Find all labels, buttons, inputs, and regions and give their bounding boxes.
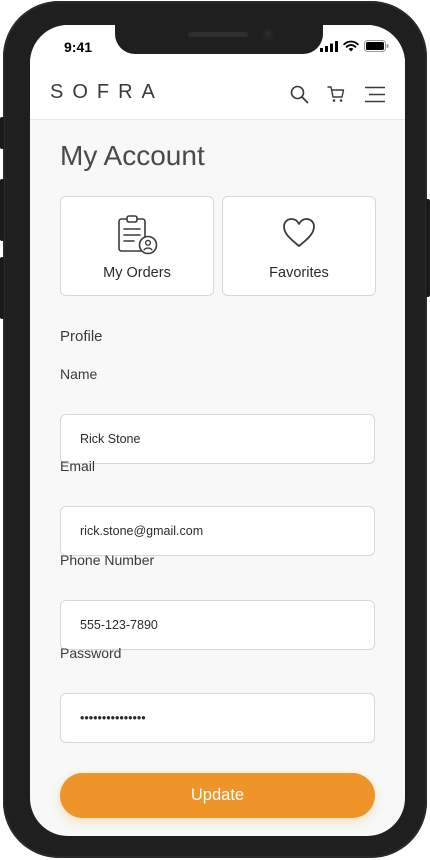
name-label: Name bbox=[60, 366, 98, 382]
name-field[interactable] bbox=[60, 414, 375, 464]
notch bbox=[115, 25, 323, 54]
menu-button[interactable] bbox=[363, 83, 387, 105]
menu-icon bbox=[365, 86, 385, 102]
password-field[interactable] bbox=[60, 693, 375, 743]
status-time: 9:41 bbox=[64, 39, 93, 55]
cart-icon bbox=[327, 86, 345, 102]
update-button[interactable]: Update bbox=[60, 773, 375, 818]
page-title: My Account bbox=[60, 140, 205, 171]
orders-icon bbox=[118, 215, 158, 255]
my-orders-tile[interactable]: My Orders bbox=[60, 196, 214, 296]
search-button[interactable] bbox=[288, 83, 310, 105]
app-header: SOFRA bbox=[30, 55, 405, 120]
search-icon bbox=[290, 85, 308, 103]
battery-icon bbox=[364, 40, 389, 52]
silent-switch bbox=[0, 117, 4, 149]
wifi-icon bbox=[343, 40, 359, 52]
favorites-label: Favorites bbox=[269, 265, 329, 281]
my-orders-label: My Orders bbox=[103, 265, 171, 281]
brand-logo[interactable]: SOFRA bbox=[50, 81, 164, 104]
front-camera bbox=[262, 28, 274, 40]
status-icons bbox=[320, 40, 389, 52]
volume-up-button bbox=[0, 179, 4, 241]
favorites-tile[interactable]: Favorites bbox=[222, 196, 376, 296]
password-label: Password bbox=[60, 645, 122, 661]
screen: 9:41 SOFRA My Account My Orders Favorite… bbox=[30, 25, 405, 836]
signal-icon bbox=[320, 40, 338, 52]
email-field[interactable] bbox=[60, 506, 375, 556]
volume-down-button bbox=[0, 257, 4, 319]
email-label: Email bbox=[60, 458, 96, 474]
heart-icon bbox=[283, 218, 315, 247]
phone-field[interactable] bbox=[60, 600, 375, 650]
phone-label: Phone Number bbox=[60, 552, 155, 568]
profile-section-title: Profile bbox=[60, 328, 103, 345]
phone-frame: 9:41 SOFRA My Account My Orders Favorite… bbox=[0, 1, 430, 858]
speaker bbox=[188, 32, 248, 37]
power-button bbox=[426, 199, 430, 297]
cart-button[interactable] bbox=[325, 83, 347, 105]
